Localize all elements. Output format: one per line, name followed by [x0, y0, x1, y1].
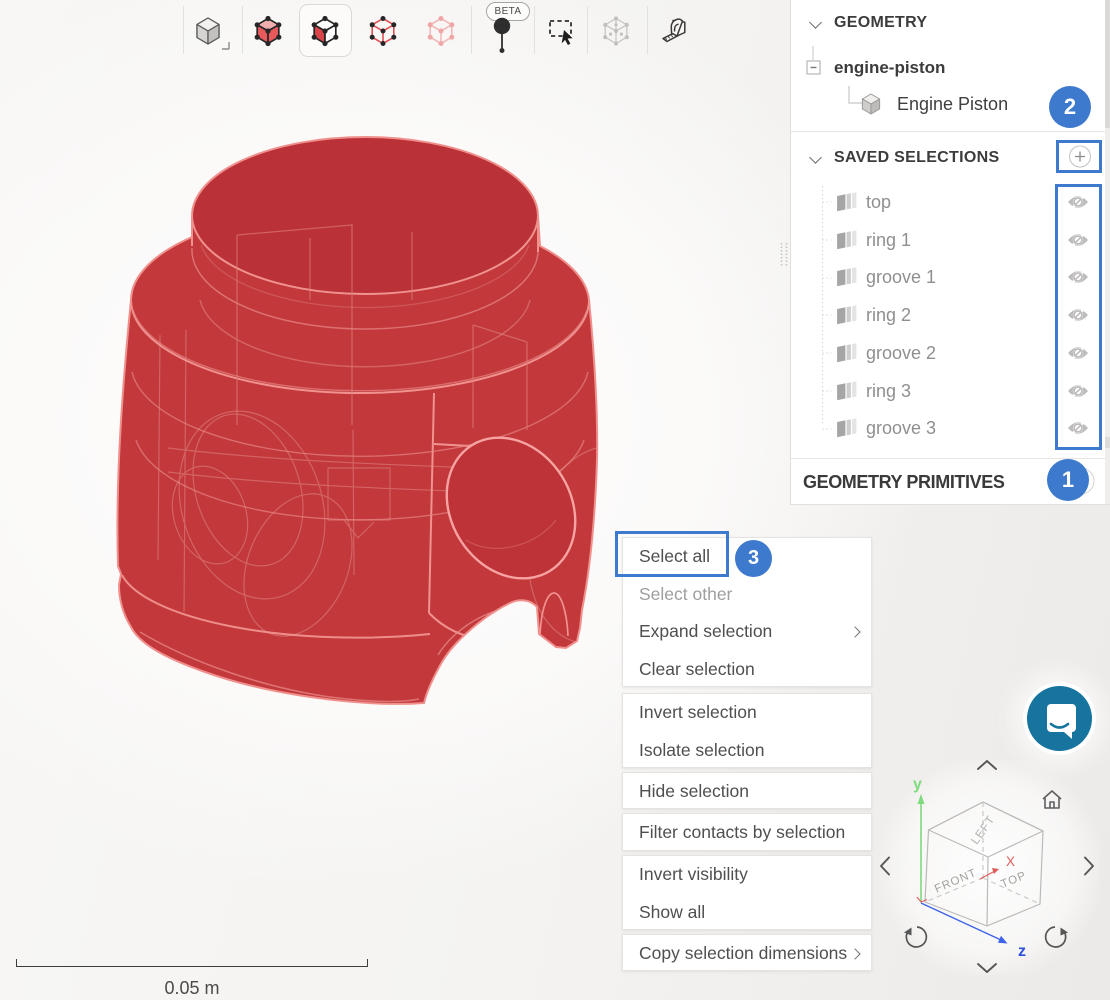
svg-text:FRONT: FRONT — [933, 867, 979, 895]
svg-text:z: z — [1018, 943, 1026, 960]
svg-text:TOP: TOP — [999, 870, 1028, 891]
svg-text:X: X — [1006, 854, 1015, 869]
svg-text:y: y — [913, 776, 922, 793]
